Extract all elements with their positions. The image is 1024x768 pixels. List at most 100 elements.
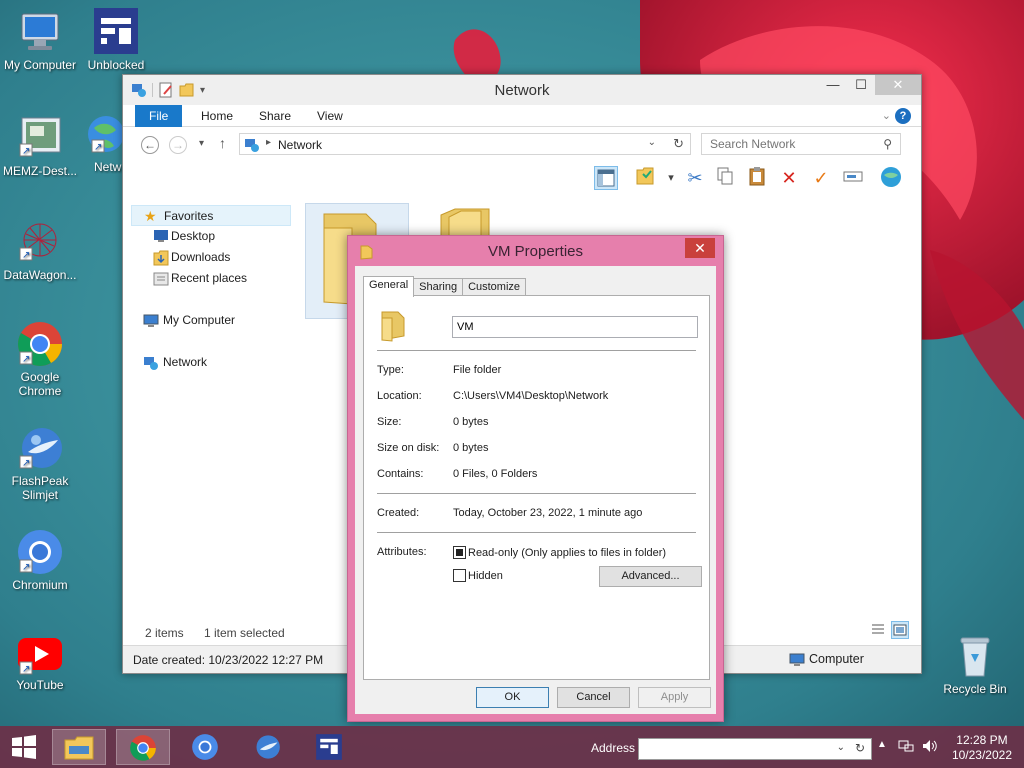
show-hidden-icons-icon[interactable]: ▲ bbox=[877, 739, 887, 750]
back-button[interactable]: ← bbox=[141, 136, 159, 154]
desktop-icon-my-computer[interactable]: My Computer bbox=[0, 8, 80, 72]
divider bbox=[377, 532, 696, 533]
status-selected-count: 1 item selected bbox=[204, 626, 285, 640]
taskbar-chromium[interactable] bbox=[178, 729, 232, 765]
details-view-icon[interactable] bbox=[869, 621, 887, 639]
chromium-icon bbox=[192, 734, 218, 760]
desktop-icon-flashpeak-slimjet[interactable]: ↗ FlashPeak Slimjet bbox=[0, 424, 80, 502]
tab-home[interactable]: Home bbox=[191, 105, 243, 127]
readonly-checkbox[interactable] bbox=[453, 546, 466, 559]
desktop-icon-memz[interactable]: ↗ MEMZ-Dest... bbox=[0, 114, 80, 178]
preview-pane-icon[interactable] bbox=[594, 166, 618, 190]
search-icon[interactable]: ⚲ bbox=[883, 137, 892, 151]
taskbar-clock[interactable]: 12:28 PM 10/23/2022 bbox=[952, 733, 1012, 763]
start-button[interactable] bbox=[0, 729, 48, 765]
size-label: Size: bbox=[377, 416, 402, 428]
copy-icon[interactable] bbox=[713, 166, 737, 190]
folder-options-icon[interactable] bbox=[633, 166, 657, 190]
slimjet-icon bbox=[256, 735, 280, 759]
svg-text:↗: ↗ bbox=[22, 250, 30, 261]
address-dropdown-icon[interactable]: ⌄ bbox=[648, 137, 656, 148]
dialog-close-button[interactable]: ✕ bbox=[685, 238, 715, 258]
nav-item-favorites[interactable]: ★ Favorites bbox=[131, 205, 291, 226]
hidden-label[interactable]: Hidden bbox=[468, 570, 503, 582]
close-button[interactable]: ✕ bbox=[875, 75, 921, 95]
tab-view[interactable]: View bbox=[307, 105, 353, 127]
forward-button[interactable]: → bbox=[169, 136, 187, 154]
desktop-icon-youtube[interactable]: ↗ YouTube bbox=[0, 636, 80, 692]
desktop-icon-unblocked[interactable]: Unblocked bbox=[76, 8, 156, 72]
network-tray-icon[interactable] bbox=[898, 739, 914, 756]
globe-icon[interactable] bbox=[879, 166, 903, 190]
nav-item-label: Recent places bbox=[171, 271, 248, 285]
folder-name-input[interactable] bbox=[452, 316, 698, 338]
refresh-icon[interactable]: ↻ bbox=[673, 136, 684, 152]
nav-item-my-computer[interactable]: My Computer bbox=[131, 310, 291, 331]
clock-date: 10/23/2022 bbox=[951, 748, 1012, 762]
toolbar-dropdown-icon[interactable]: ▾ bbox=[659, 166, 683, 190]
delete-icon[interactable]: ✕ bbox=[777, 166, 801, 190]
contains-label: Contains: bbox=[377, 468, 424, 480]
svg-text:↗: ↗ bbox=[22, 458, 30, 469]
tab-file[interactable]: File bbox=[135, 105, 183, 127]
command-toolbar: ▾ ✂ ✕ ✓ bbox=[123, 161, 921, 193]
desktop-icon-chromium[interactable]: ↗ Chromium bbox=[0, 528, 80, 592]
address-bar[interactable]: ▸ Network ⌄ ↻ bbox=[239, 133, 691, 155]
recent-locations-icon[interactable]: ▾ bbox=[199, 138, 204, 149]
memz-icon: ↗ bbox=[19, 117, 61, 157]
minimize-button[interactable]: — bbox=[819, 75, 847, 95]
check-icon[interactable]: ✓ bbox=[809, 166, 833, 190]
taskbar-google-chrome[interactable] bbox=[116, 729, 170, 765]
help-icon[interactable]: ? bbox=[895, 108, 911, 124]
taskbar-file-explorer[interactable] bbox=[52, 729, 106, 765]
address-toolbar-input[interactable]: ⌄ ↻ bbox=[638, 738, 872, 760]
search-input[interactable] bbox=[702, 134, 872, 154]
svg-text:↗: ↗ bbox=[22, 354, 30, 365]
explorer-titlebar[interactable]: ▾ Network — ☐ ✕ bbox=[123, 75, 921, 105]
svg-text:↗: ↗ bbox=[22, 146, 30, 157]
breadcrumb-arrow-icon[interactable]: ▸ bbox=[266, 137, 271, 148]
ok-button[interactable]: OK bbox=[476, 687, 549, 708]
dialog-title: VM Properties bbox=[487, 243, 584, 260]
breadcrumb-network[interactable]: Network bbox=[278, 138, 322, 152]
nav-item-downloads[interactable]: Downloads bbox=[131, 247, 291, 268]
cancel-button[interactable]: Cancel bbox=[557, 687, 630, 708]
volume-icon[interactable] bbox=[922, 739, 938, 756]
nav-item-recent-places[interactable]: Recent places bbox=[131, 268, 291, 289]
paste-icon[interactable] bbox=[745, 166, 769, 190]
cut-icon[interactable]: ✂ bbox=[683, 166, 707, 190]
readonly-label[interactable]: Read-only (Only applies to files in fold… bbox=[468, 547, 666, 559]
large-icons-view-icon[interactable] bbox=[891, 621, 909, 639]
taskbar-slimjet[interactable] bbox=[240, 729, 294, 765]
desktop-icon-label: YouTube bbox=[16, 678, 64, 692]
window-controls: — ☐ ✕ bbox=[819, 75, 921, 95]
location-label: Location: bbox=[377, 390, 422, 402]
address-dropdown-icon[interactable]: ⌄ bbox=[837, 742, 845, 753]
desktop-icon-datawagon[interactable]: ↗ DataWagon... bbox=[0, 218, 80, 282]
maximize-button[interactable]: ☐ bbox=[847, 75, 875, 95]
address-toolbar-label: Address bbox=[591, 741, 636, 755]
nav-item-desktop[interactable]: Desktop bbox=[131, 226, 291, 247]
desktop-icon-label: MEMZ-Dest... bbox=[3, 164, 77, 178]
desktop-icon-google-chrome[interactable]: ↗ Google Chrome bbox=[0, 320, 80, 398]
youtube-icon: ↗ bbox=[18, 638, 62, 675]
nav-item-label: Network bbox=[163, 355, 208, 369]
go-icon[interactable]: ↻ bbox=[855, 741, 865, 755]
hidden-checkbox[interactable] bbox=[453, 569, 466, 582]
desktop-icon-network[interactable]: ↗ Netw bbox=[76, 110, 124, 174]
apply-button[interactable]: Apply bbox=[638, 687, 711, 708]
taskbar-unblocked[interactable] bbox=[302, 729, 356, 765]
tab-general[interactable]: General bbox=[363, 276, 415, 297]
up-button[interactable]: ↑ bbox=[219, 135, 226, 151]
desktop-icon-label: DataWagon... bbox=[3, 268, 77, 282]
divider bbox=[377, 350, 696, 351]
star-icon: ★ bbox=[144, 208, 157, 224]
advanced-button[interactable]: Advanced... bbox=[599, 566, 702, 587]
rename-icon[interactable] bbox=[841, 166, 865, 190]
desktop-icon-recycle-bin[interactable]: Recycle Bin bbox=[935, 632, 1015, 696]
nav-item-label: Desktop bbox=[171, 229, 216, 243]
nav-item-network[interactable]: Network bbox=[131, 352, 291, 373]
tab-share[interactable]: Share bbox=[249, 105, 301, 127]
expand-ribbon-icon[interactable]: ⌄ bbox=[882, 109, 891, 122]
recent-places-icon bbox=[153, 272, 169, 286]
